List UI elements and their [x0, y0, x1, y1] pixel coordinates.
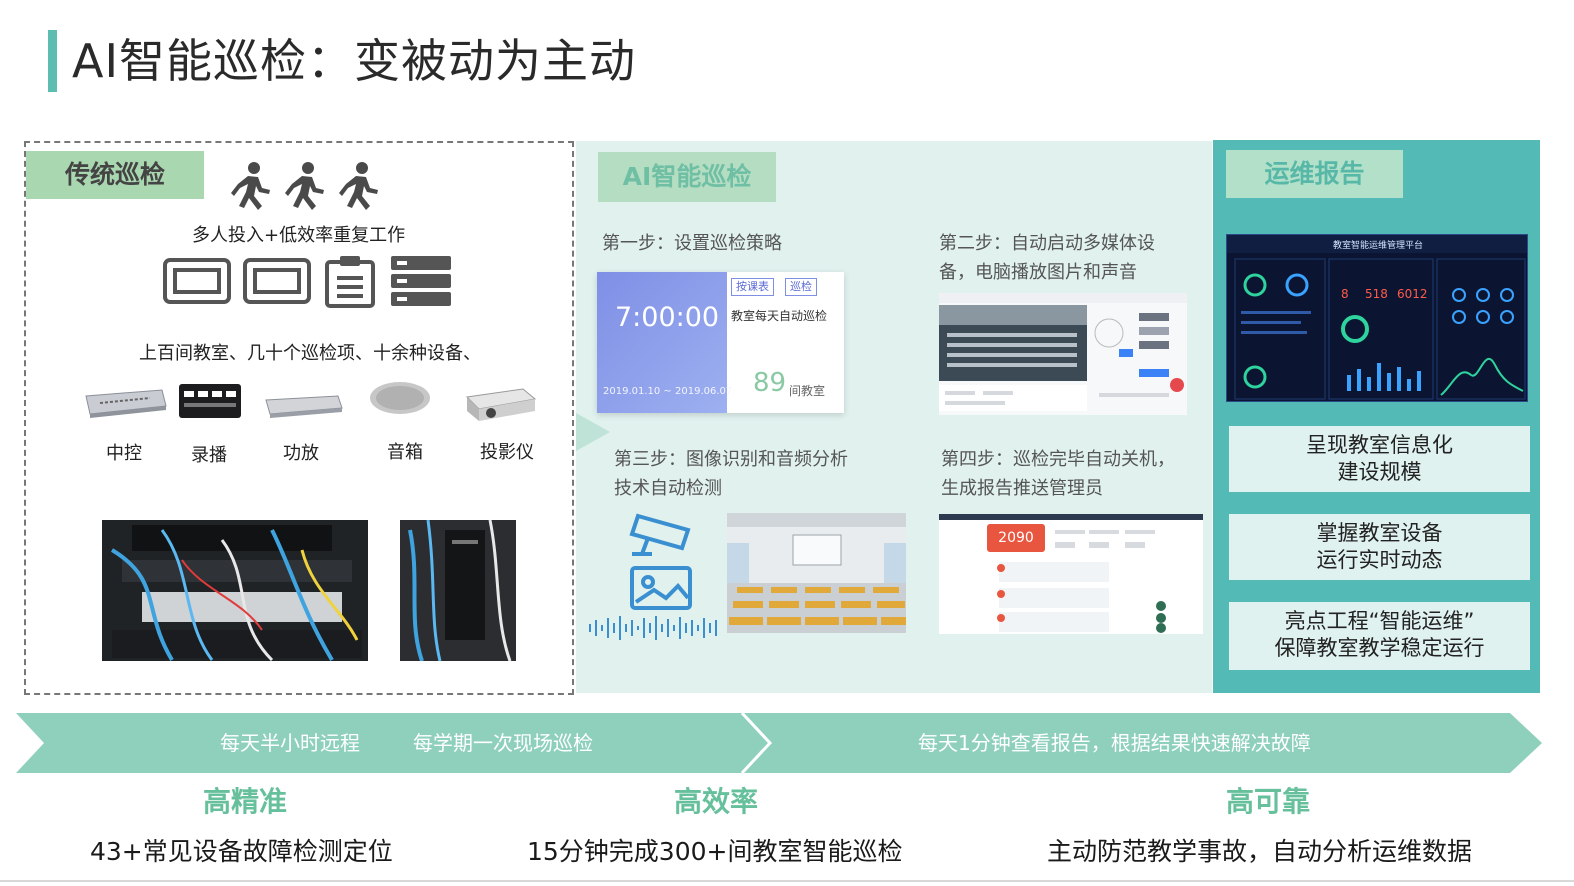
schedule-description: 教室每天自动巡检: [731, 309, 828, 323]
device-label-recorder: 录播: [191, 445, 227, 466]
amplifier-device-icon: [265, 395, 343, 418]
step-4-text: 第四步：巡检完毕自动关机， 生成报告推送管理员: [941, 449, 1175, 499]
walking-person-icon: [285, 162, 324, 210]
equipment-cabinet-photo: [400, 520, 516, 661]
projector-device-icon: [465, 388, 537, 421]
classroom-count: 89: [753, 368, 787, 398]
classroom-control-screenshot: [939, 293, 1187, 415]
arrow-text-report: 每天1分钟查看报告，根据结果快速解决故障: [918, 731, 1311, 755]
schedule-time: 7:00:00: [615, 302, 720, 333]
dashboard-value-3: 6012: [1397, 287, 1428, 301]
classroom-photo: [727, 513, 906, 633]
schedule-card[interactable]: 7:00:00 2019.01.10 ~ 2019.06.07 按课表 巡检 教…: [597, 272, 844, 413]
feature-desc-precision: 43+常见设备故障检测定位: [90, 837, 393, 866]
dashboard-title: 教室智能运维管理平台: [1332, 241, 1423, 251]
schedule-card-time-panel: 7:00:00 2019.01.10 ~ 2019.06.07: [597, 272, 732, 413]
arrow-text-remote: 每天半小时远程: [220, 731, 360, 755]
schedule-chip-inspection[interactable]: 巡检: [785, 278, 817, 296]
monitor-icon: [163, 258, 231, 304]
device-label-amplifier: 功放: [283, 443, 319, 464]
scale-caption: 上百间教室、几十个巡检项、十余种设备、: [139, 343, 481, 364]
server-rack-icon: [391, 256, 451, 306]
step-2-text: 第二步：自动启动多媒体设 备，电脑播放图片和声音: [939, 233, 1155, 283]
camera-recognition-icon: [629, 513, 692, 610]
recorder-device-icon: [179, 384, 241, 418]
inspection-report-screenshot: 2090: [939, 514, 1203, 634]
feature-title-reliability: 高可靠: [1226, 785, 1311, 818]
ops-report-tag: 运维报告: [1226, 150, 1403, 198]
panel-arrow-icon: [576, 413, 610, 451]
monitor-icon: [243, 258, 311, 304]
dashboard-value-2: 518: [1365, 287, 1388, 301]
device-label-speaker: 音箱: [387, 442, 423, 463]
dashboard-value-1: 8: [1341, 287, 1349, 301]
step-1-text: 第一步：设置巡检策略: [602, 233, 782, 254]
people-caption: 多人投入+低效率重复工作: [192, 225, 406, 246]
ops-box-highlight: 亮点工程“智能运维” 保障教室教学稳定运行: [1229, 602, 1530, 670]
ai-inspection-tag: AI智能巡检: [598, 152, 776, 202]
audio-waveform-icon: [589, 616, 717, 640]
classroom-count-unit: 间教室: [789, 384, 826, 398]
ops-dashboard-screenshot: 教室智能运维管理平台 8 518 6012: [1226, 234, 1528, 402]
arrow-text-onsite: 每学期一次现场巡检: [413, 731, 593, 755]
device-label-control: 中控: [106, 443, 142, 464]
checklist-icon: [325, 256, 375, 308]
report-total-number: 2090: [998, 530, 1034, 546]
ops-box-realtime: 掌握教室设备 运行实时动态: [1229, 514, 1530, 580]
bottom-divider: [0, 880, 1574, 882]
step-3-text: 第三步：图像识别和音频分析 技术自动检测: [614, 449, 848, 499]
speaker-device-icon: [370, 382, 430, 414]
feature-desc-efficiency: 15分钟完成300+间教室智能巡检: [527, 837, 903, 866]
equipment-rack-photo: [102, 520, 368, 661]
schedule-date-range: 2019.01.10 ~ 2019.06.07: [603, 386, 733, 397]
feature-desc-reliability: 主动防范教学事故，自动分析运维数据: [1047, 837, 1473, 866]
schedule-chip-by-timetable[interactable]: 按课表: [731, 278, 774, 296]
ops-box-scale: 呈现教室信息化 建设规模: [1229, 426, 1530, 492]
feature-title-precision: 高精准: [203, 785, 288, 818]
traditional-tag: 传统巡检: [26, 151, 204, 199]
walking-person-icon: [231, 162, 270, 210]
title-accent-bar: [48, 30, 57, 92]
page-title: AI智能巡检：变被动为主动: [72, 34, 637, 88]
walking-person-icon: [339, 162, 378, 210]
people-icons: [226, 160, 384, 212]
feature-title-efficiency: 高效率: [674, 785, 759, 818]
device-label-projector: 投影仪: [480, 442, 534, 463]
classroom-device-icons: [163, 254, 453, 308]
central-control-device-icon: [85, 389, 167, 418]
